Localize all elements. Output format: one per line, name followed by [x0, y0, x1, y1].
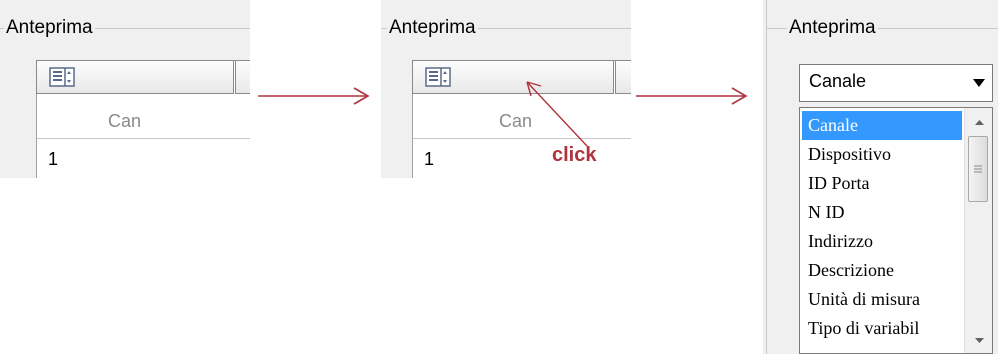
- step2-panel: Anteprima Can 1 click: [381, 0, 631, 178]
- grid-column-selector[interactable]: [36, 60, 234, 94]
- scroll-up-icon[interactable]: [965, 110, 992, 134]
- step1-panel: Anteprima Can 1: [0, 0, 250, 178]
- group-title: Anteprima: [4, 17, 95, 39]
- click-pointer-icon: [526, 81, 588, 147]
- dropdown-option[interactable]: Canale: [802, 111, 962, 140]
- dropdown-option[interactable]: Indirizzo: [802, 227, 962, 256]
- dropdown-option[interactable]: ID Porta: [802, 169, 962, 198]
- arrow-right-icon: [258, 87, 370, 105]
- layout-icon: [49, 67, 75, 87]
- grid-header-next-cell: [615, 60, 631, 94]
- scroll-down-icon[interactable]: [965, 328, 992, 352]
- dropdown-option[interactable]: Tipo di variabil: [802, 314, 962, 343]
- step3-panel: Anteprima Canale Canale Dispositivo ID P…: [763, 0, 998, 354]
- row-divider: [37, 138, 250, 139]
- layout-icon: [425, 67, 451, 87]
- dropdown-option[interactable]: Unità di misura: [802, 285, 962, 314]
- group-title: Anteprima: [787, 17, 878, 39]
- click-annotation: click: [552, 144, 597, 166]
- scroll-thumb[interactable]: [968, 136, 988, 202]
- combo-value: Canale: [809, 71, 867, 91]
- row-value: 1: [48, 149, 59, 169]
- dropdown-option[interactable]: Descrizione: [802, 256, 962, 285]
- dropdown-arrow-icon: [973, 79, 985, 87]
- row-value: 1: [424, 149, 435, 169]
- group-title: Anteprima: [387, 17, 478, 39]
- groupbox-border: [766, 0, 767, 354]
- dropdown-button[interactable]: [966, 65, 992, 101]
- dropdown-list: Canale Dispositivo ID Porta N ID Indiriz…: [799, 107, 993, 354]
- dropdown-scrollbar[interactable]: [964, 108, 992, 353]
- column-combo[interactable]: Canale: [799, 64, 993, 102]
- column-header: Can: [108, 111, 142, 131]
- dropdown-option[interactable]: Dispositivo: [802, 140, 962, 169]
- dropdown-option[interactable]: N ID: [802, 198, 962, 227]
- grid-header-next-cell: [235, 60, 250, 94]
- preview-grid: Can 1: [36, 60, 250, 178]
- arrow-right-icon: [636, 87, 748, 105]
